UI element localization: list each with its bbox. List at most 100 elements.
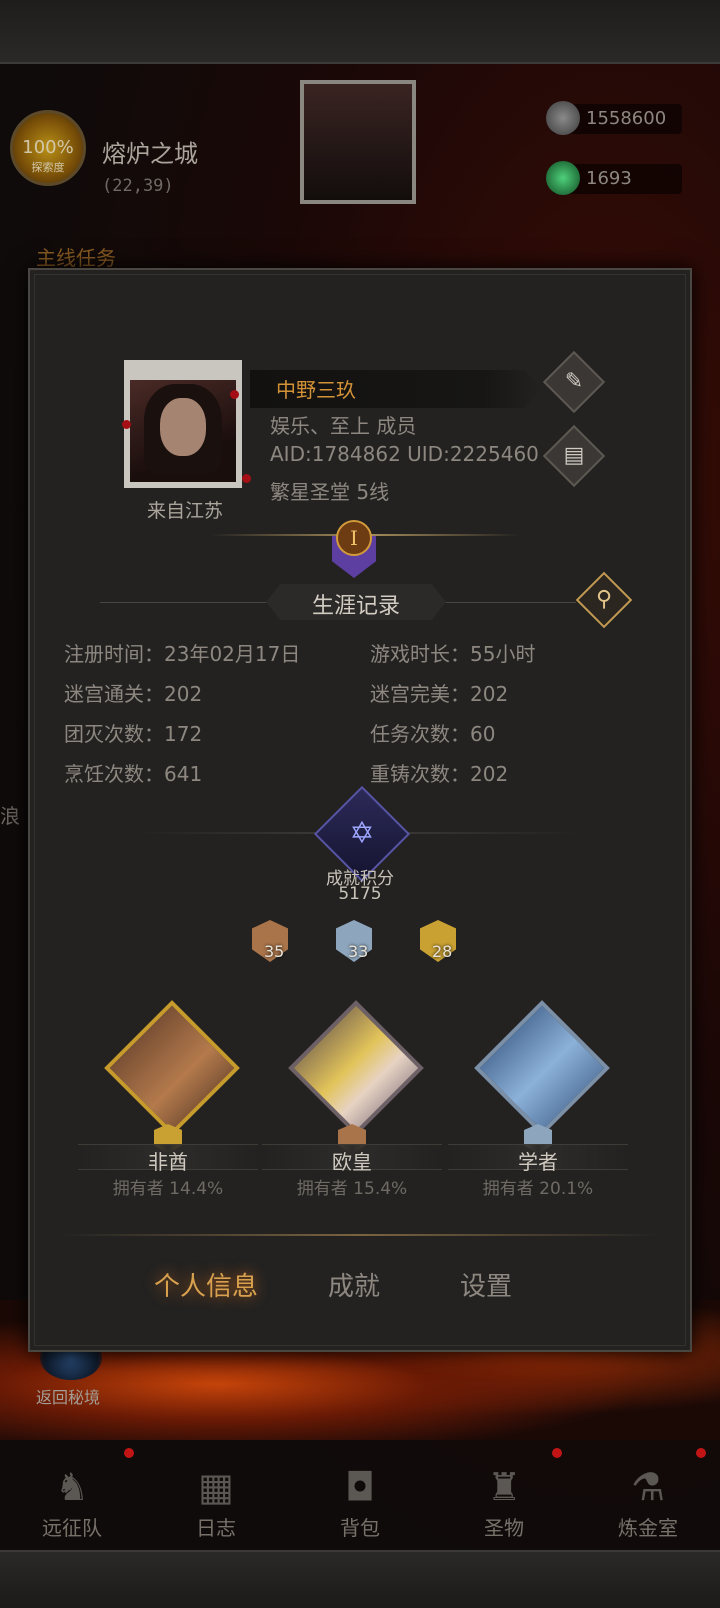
stat-value: 202 [470, 762, 509, 786]
stat-label: 注册时间： [64, 642, 164, 666]
stat-play-time: 游戏时长：55小时 [370, 638, 535, 667]
stat-value: 23年02月17日 [164, 642, 301, 666]
main-quest-title[interactable]: 主线任务 [36, 242, 116, 271]
rank-badge[interactable]: I [326, 520, 384, 582]
crowned-king-icon [288, 1005, 424, 1136]
magnifier-icon: ⚲ [595, 587, 613, 612]
stat-value: 202 [164, 682, 203, 706]
medal-count: 33 [348, 942, 369, 961]
title-name: 非酋 [148, 1150, 188, 1174]
title-owners: 拥有者 20.1% [482, 1179, 594, 1199]
rose-icon [242, 474, 251, 483]
resource-silver[interactable]: 1558600 [546, 101, 682, 135]
stat-label: 任务次数： [370, 722, 470, 746]
tab-settings[interactable]: 设置 [460, 1266, 512, 1303]
achievement-score: 5175 [338, 884, 382, 904]
stat-label: 重铸次数： [370, 762, 470, 786]
nav-label: 远征队 [42, 1516, 102, 1540]
nav-journal[interactable]: ▦ 日志 [144, 1456, 288, 1548]
copy-id-button[interactable]: ▤ [542, 424, 606, 488]
profile-modal: 来自江苏 中野三玖 娱乐、至上 成员 AID:1784862 UID:22254… [28, 268, 692, 1352]
hud-portrait[interactable] [300, 80, 416, 204]
horned-helmet-icon: ♞ [54, 1465, 90, 1509]
top-frame [0, 0, 720, 64]
title-name: 学者 [518, 1150, 558, 1174]
nav-label: 背包 [340, 1516, 380, 1540]
stat-maze-perfect: 迷宫完美：202 [370, 678, 508, 707]
stat-value: 55小时 [470, 642, 536, 666]
career-title: 生涯记录 [311, 594, 400, 619]
title-frame [474, 1000, 610, 1136]
side-text: 浪 [0, 804, 20, 828]
resource-silver-value: 1558600 [586, 108, 667, 129]
bottom-frame [0, 1550, 720, 1608]
nav-relic[interactable]: ♜ 圣物 [432, 1456, 576, 1548]
tab-personal-info[interactable]: 个人信息 [154, 1266, 258, 1303]
tab-divider [58, 1234, 662, 1236]
tab-achievements[interactable]: 成就 [328, 1266, 380, 1303]
medal-count: 28 [432, 942, 453, 961]
nav-label: 圣物 [484, 1516, 524, 1540]
nav-backpack[interactable]: ◘ 背包 [288, 1456, 432, 1548]
stat-maze-clear: 迷宫通关：202 [64, 678, 202, 707]
nav-label: 日志 [196, 1516, 236, 1540]
scroll-icon: ▦ [198, 1465, 234, 1509]
medal-count: 35 [264, 942, 285, 961]
rose-icon [230, 390, 239, 399]
rank-numeral: I [336, 520, 372, 556]
stat-register-time: 注册时间：23年02月17日 [64, 638, 300, 667]
stat-label: 迷宫完美： [370, 682, 470, 706]
stat-value: 641 [164, 762, 203, 786]
resource-gem[interactable]: 1693 [546, 161, 682, 195]
stat-value: 60 [470, 722, 496, 746]
game-screen: 100% 探索度 熔炉之城 (22,39) 1558600 1693 主线任务 … [0, 0, 720, 1608]
explore-percent: 100% [22, 137, 74, 158]
notification-dot [124, 1448, 134, 1458]
title-owners: 拥有者 14.4% [112, 1179, 224, 1199]
guild-line: 娱乐、至上 成员 [270, 414, 417, 438]
resource-gem-value: 1693 [586, 168, 632, 189]
explore-progress-badge[interactable]: 100% 探索度 [10, 110, 86, 186]
bronze-medal[interactable]: 35 [252, 920, 294, 962]
title-frame [288, 1000, 424, 1136]
city-coords: (22,39) [102, 176, 174, 196]
stat-label: 烹饪次数： [64, 762, 164, 786]
hexagram-icon: ✡ [349, 816, 375, 851]
stat-label: 迷宫通关： [64, 682, 164, 706]
portrait-face [160, 398, 206, 456]
silver-medal[interactable]: 33 [336, 920, 378, 962]
rose-icon [122, 420, 131, 429]
server-line: 繁星圣堂 5线 [270, 480, 390, 504]
nav-label: 炼金室 [618, 1516, 678, 1540]
title-card-ouhuang[interactable]: 欧皇 拥有者 15.4% [262, 998, 442, 1208]
stat-reforge: 重铸次数：202 [370, 758, 508, 787]
chalice-icon: ♜ [486, 1465, 522, 1509]
green-gem-icon [546, 161, 580, 195]
quill-icon: ✎ [564, 369, 584, 394]
alchemy-icon: ⚗ [630, 1465, 666, 1509]
city-name: 熔炉之城 [102, 140, 198, 168]
document-icon: ▤ [563, 443, 585, 468]
backpack-icon: ◘ [344, 1465, 376, 1509]
search-record-button[interactable]: ⚲ [575, 571, 633, 629]
nav-alchemy[interactable]: ⚗ 炼金室 [576, 1456, 720, 1548]
title-card-scholar[interactable]: 学者 拥有者 20.1% [448, 998, 628, 1208]
scholar-portrait-icon [474, 1005, 610, 1136]
explore-label: 探索度 [31, 161, 65, 174]
notification-dot [552, 1448, 562, 1458]
nav-expedition[interactable]: ♞ 远征队 [0, 1456, 144, 1548]
title-frame [104, 1000, 240, 1136]
player-portrait[interactable] [122, 360, 251, 488]
gold-medal[interactable]: 28 [420, 920, 462, 962]
stat-label: 游戏时长： [370, 642, 470, 666]
notification-dot [696, 1448, 706, 1458]
return-label[interactable]: 返回秘境 [36, 1384, 100, 1408]
stat-label: 团灭次数： [64, 722, 164, 746]
silver-coin-icon [546, 101, 580, 135]
stat-value: 172 [164, 722, 203, 746]
section-divider-left [100, 602, 276, 603]
title-card-feiqiu[interactable]: 非酋 拥有者 14.4% [78, 998, 258, 1208]
stat-value: 202 [470, 682, 509, 706]
edit-profile-button[interactable]: ✎ [542, 350, 606, 414]
section-divider-right [440, 602, 576, 603]
